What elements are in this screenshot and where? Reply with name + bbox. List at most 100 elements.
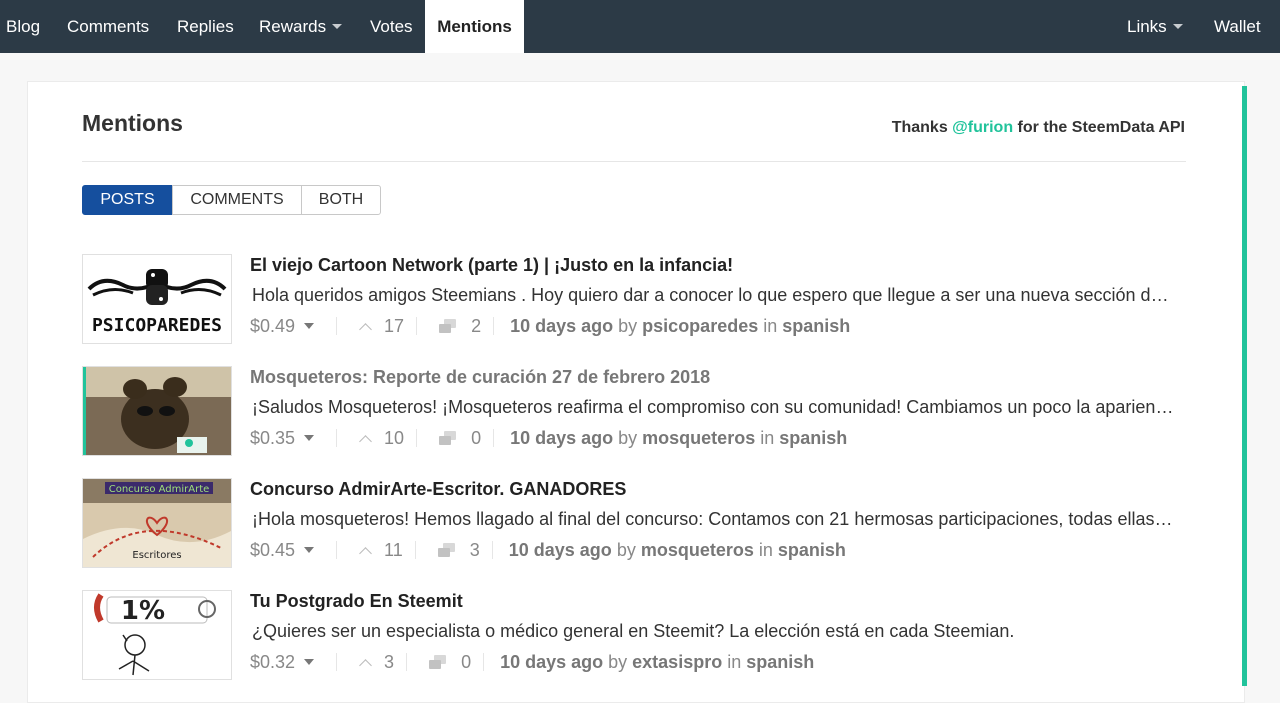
author-link[interactable]: mosqueteros: [641, 539, 754, 561]
nav-blog[interactable]: Blog: [6, 0, 40, 53]
by-label: by: [618, 316, 638, 336]
post-meta: $0.32 3 0 10 days ago by extasispro in s…: [250, 651, 814, 673]
list-item: Mosqueteros: Reporte de curación 27 de f…: [82, 366, 1192, 456]
meta-divider: [416, 317, 418, 335]
nav-mentions[interactable]: Mentions: [425, 0, 524, 53]
post-thumbnail[interactable]: [82, 366, 232, 456]
nav-rewards-label: Rewards: [259, 17, 327, 36]
vote-count: 17: [384, 316, 405, 336]
post-excerpt: ¡Saludos Mosqueteros! ¡Mosqueteros reafi…: [252, 397, 1177, 417]
upvote-icon[interactable]: [359, 546, 372, 560]
payout-value[interactable]: $0.35: [250, 427, 295, 449]
by-label: by: [618, 428, 638, 448]
meta-divider: [406, 653, 408, 671]
post-meta: $0.49 17 2 10 days ago by psicoparedes i…: [250, 315, 850, 337]
thumb-logo-text: PSICOPAREDES: [92, 315, 222, 336]
nav-wallet[interactable]: Wallet: [1214, 0, 1261, 53]
post-age: 10 days ago: [500, 652, 604, 672]
contest-banner-image: Concurso AdmirArte Escritores: [83, 479, 231, 567]
post-excerpt: ¿Quieres ser un especialista o médico ge…: [252, 621, 1015, 641]
by-label: by: [616, 540, 636, 560]
payout-dropdown-icon[interactable]: [304, 435, 315, 441]
post-age: 10 days ago: [510, 316, 614, 336]
comments-icon: [437, 543, 456, 557]
list-item: PSICOPAREDES El viejo Cartoon Network (p…: [82, 254, 1192, 344]
category-link[interactable]: spanish: [779, 427, 847, 449]
meta-divider: [483, 653, 485, 671]
list-item: Concurso AdmirArte Escritores Concurso A…: [82, 478, 1192, 568]
payout-dropdown-icon[interactable]: [304, 547, 315, 553]
comment-count: 2: [471, 316, 482, 336]
in-label: in: [758, 540, 773, 560]
api-credit-prefix: Thanks: [891, 119, 948, 136]
meta-divider: [336, 541, 338, 559]
comments-icon: [439, 319, 457, 333]
nav-rewards[interactable]: Rewards: [259, 0, 343, 53]
post-thumbnail[interactable]: Concurso AdmirArte Escritores: [82, 478, 232, 568]
comment-count: 3: [469, 540, 480, 560]
in-label: in: [727, 652, 742, 672]
post-thumbnail[interactable]: PSICOPAREDES: [82, 254, 232, 344]
vote-count: 10: [384, 428, 405, 448]
tab-posts[interactable]: POSTS: [82, 185, 173, 215]
top-nav: Blog Comments Replies Rewards Votes Ment…: [0, 0, 1280, 53]
header-divider: [82, 161, 1186, 162]
card-accent-bar: [1242, 86, 1247, 686]
payout-dropdown-icon[interactable]: [304, 659, 315, 665]
category-link[interactable]: spanish: [778, 539, 846, 561]
category-link[interactable]: spanish: [746, 651, 814, 673]
meta-divider: [491, 541, 493, 559]
nav-votes[interactable]: Votes: [370, 0, 413, 53]
post-excerpt: Hola queridos amigos Steemians . Hoy qui…: [252, 285, 1177, 305]
vote-count: 3: [384, 652, 395, 672]
in-label: in: [760, 428, 775, 448]
nav-links-label: Links: [1127, 17, 1167, 36]
in-label: in: [763, 316, 778, 336]
psicoparedes-logo-image: PSICOPAREDES: [83, 255, 231, 343]
post-thumbnail[interactable]: 1%: [82, 590, 232, 680]
meta-divider: [493, 317, 495, 335]
tab-comments[interactable]: COMMENTS: [172, 185, 302, 215]
post-title-link[interactable]: Concurso AdmirArte-Escritor. GANADORES: [250, 479, 626, 500]
thumb-banner-bottom-text: Escritores: [132, 550, 181, 561]
payout-value[interactable]: $0.49: [250, 315, 295, 337]
meta-divider: [493, 429, 495, 447]
category-link[interactable]: spanish: [782, 315, 850, 337]
payout-dropdown-icon[interactable]: [304, 323, 315, 329]
upvote-icon[interactable]: [359, 434, 372, 448]
mention-type-tabs: POSTS COMMENTS BOTH: [82, 185, 381, 215]
upvote-icon[interactable]: [359, 658, 372, 672]
author-link[interactable]: extasispro: [632, 651, 722, 673]
meta-divider: [336, 653, 338, 671]
post-title-link[interactable]: El viejo Cartoon Network (parte 1) | ¡Ju…: [250, 255, 733, 276]
author-link[interactable]: psicoparedes: [642, 315, 758, 337]
meta-divider: [414, 541, 416, 559]
furion-link[interactable]: @furion: [952, 119, 1013, 136]
comments-icon: [439, 431, 457, 445]
post-title-link[interactable]: Tu Postgrado En Steemit: [250, 591, 463, 612]
post-title-link[interactable]: Mosqueteros: Reporte de curación 27 de f…: [250, 367, 710, 388]
meta-divider: [336, 429, 338, 447]
postgrado-sketch-image: 1%: [83, 591, 231, 679]
vote-count: 11: [384, 540, 403, 560]
post-age: 10 days ago: [508, 540, 612, 560]
tab-both[interactable]: BOTH: [301, 185, 381, 215]
chevron-down-icon: [1172, 24, 1183, 29]
nav-links[interactable]: Links: [1127, 0, 1183, 53]
list-item: 1% Tu Postgrado En Steemit ¿Quieres ser …: [82, 590, 1192, 680]
author-link[interactable]: mosqueteros: [642, 427, 755, 449]
payout-value[interactable]: $0.32: [250, 651, 295, 673]
upvote-icon[interactable]: [359, 322, 372, 336]
thumb-banner-top-text: Concurso AdmirArte: [109, 484, 210, 495]
chevron-down-icon: [332, 24, 343, 29]
comments-icon: [429, 655, 447, 669]
payout-value[interactable]: $0.45: [250, 539, 295, 561]
post-excerpt: ¡Hola mosqueteros! Hemos llagado al fina…: [252, 509, 1177, 529]
page-title: Mentions: [82, 110, 183, 136]
nav-comments[interactable]: Comments: [67, 0, 149, 53]
post-meta: $0.45 11 3 10 days ago by mosqueteros in…: [250, 539, 846, 561]
nav-replies[interactable]: Replies: [177, 0, 234, 53]
by-label: by: [608, 652, 628, 672]
meta-divider: [416, 429, 418, 447]
meta-divider: [336, 317, 338, 335]
